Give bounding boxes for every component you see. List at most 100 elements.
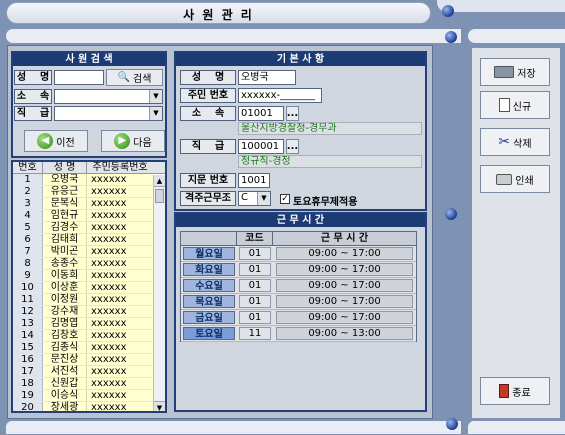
row-name: 강수재: [43, 306, 87, 317]
work-day: 금요일: [183, 311, 235, 324]
row-name: 김창호: [43, 330, 87, 341]
dept-lookup-button[interactable]: ...: [286, 106, 299, 121]
table-row[interactable]: 16 문진상 xxxxxx: [13, 354, 165, 366]
row-name: 이상훈: [43, 282, 87, 293]
table-row[interactable]: 13 김명엽 xxxxxx: [13, 318, 165, 330]
bottom-right-decor: [468, 421, 565, 434]
row-number: 5: [13, 222, 43, 233]
table-row[interactable]: 11 이정원 xxxxxx: [13, 294, 165, 306]
basic-ssn-label: 주민 번호: [180, 88, 236, 103]
save-button[interactable]: 저장: [480, 58, 550, 86]
search-dept-select[interactable]: ▼: [54, 89, 163, 104]
work-code-input[interactable]: 01: [239, 311, 271, 324]
row-number: 16: [13, 354, 43, 365]
basic-finger-input[interactable]: 1001: [238, 173, 270, 188]
chevron-down-icon[interactable]: ▼: [149, 90, 162, 103]
delete-button[interactable]: ✂ 삭제: [480, 128, 550, 156]
row-name: 김태희: [43, 234, 87, 245]
row-name: 이정원: [43, 294, 87, 305]
prev-button[interactable]: ◀ 이전: [24, 130, 88, 152]
work-row: 목요일 01 09:00 ~ 17:00: [181, 294, 416, 310]
scroll-thumb[interactable]: [155, 189, 164, 203]
sat-checkbox[interactable]: ✓: [280, 194, 290, 204]
table-row[interactable]: 2 유응근 xxxxxx: [13, 186, 165, 198]
search-name-label: 성 명: [14, 70, 52, 85]
row-ssn: xxxxxx: [87, 306, 155, 317]
search-button[interactable]: 🔍 검색: [106, 69, 163, 86]
row-name: 김경수: [43, 222, 87, 233]
row-number: 17: [13, 366, 43, 377]
save-button-label: 저장: [517, 68, 536, 80]
search-grade-value: [55, 107, 57, 118]
work-code-input[interactable]: 01: [239, 247, 271, 260]
chevron-down-icon[interactable]: ▼: [149, 107, 162, 120]
work-body: 월요일 01 09:00 ~ 17:00 화요일 01 09:00 ~ 17:00 수요일 0…: [181, 246, 416, 342]
basic-name-label: 성 명: [180, 70, 236, 85]
row-name: 서진석: [43, 366, 87, 377]
row-name: 임현규: [43, 210, 87, 221]
list-header: 번호 성 명 주민등록번호: [13, 162, 165, 174]
scroll-up-icon[interactable]: ▲: [154, 175, 165, 187]
basic-shift-select[interactable]: C ▼: [238, 191, 271, 206]
new-button[interactable]: 신규: [480, 91, 550, 119]
chevron-down-icon[interactable]: ▼: [257, 192, 270, 205]
work-row: 금요일 01 09:00 ~ 17:00: [181, 310, 416, 326]
next-button[interactable]: ▶ 다음: [101, 130, 165, 152]
work-time: 09:00 ~ 17:00: [276, 295, 413, 308]
table-row[interactable]: 1 오병국 xxxxxx: [13, 174, 165, 186]
basic-dept-code-input[interactable]: 01001: [238, 106, 284, 121]
work-code-input[interactable]: 11: [239, 327, 271, 340]
table-row[interactable]: 3 문복식 xxxxxx: [13, 198, 165, 210]
table-row[interactable]: 18 신원갑 xxxxxx: [13, 378, 165, 390]
search-grade-select[interactable]: ▼: [54, 106, 163, 121]
table-row[interactable]: 10 이상훈 xxxxxx: [13, 282, 165, 294]
row-name: 문진상: [43, 354, 87, 365]
work-code-input[interactable]: 01: [239, 279, 271, 292]
search-name-input[interactable]: [54, 70, 104, 85]
print-button[interactable]: 인쇄: [480, 165, 550, 193]
table-row[interactable]: 9 이동희 xxxxxx: [13, 270, 165, 282]
work-panel-title: 근 무 시 간: [176, 214, 425, 227]
app-window: 사 원 관 리 사 원 검 색 성 명 🔍 검색 소 속 ▼ 직 급 ▼ ◀ 이…: [0, 0, 565, 435]
row-ssn: xxxxxx: [87, 282, 155, 293]
row-number: 1: [13, 174, 43, 185]
work-time: 09:00 ~ 13:00: [276, 327, 413, 340]
list-scrollbar[interactable]: ▲ ▼: [153, 175, 165, 411]
row-number: 8: [13, 258, 43, 269]
exit-door-icon: [499, 384, 510, 398]
basic-panel-title: 기 본 사 항: [176, 53, 425, 66]
keyboard-icon: [494, 66, 515, 78]
table-row[interactable]: 20 장세광 xxxxxx: [13, 402, 165, 411]
exit-button[interactable]: 종료: [480, 377, 550, 405]
table-row[interactable]: 15 김종식 xxxxxx: [13, 342, 165, 354]
table-row[interactable]: 4 임현규 xxxxxx: [13, 210, 165, 222]
table-row[interactable]: 14 김창호 xxxxxx: [13, 330, 165, 342]
row-number: 3: [13, 198, 43, 209]
table-row[interactable]: 7 박미곤 xxxxxx: [13, 246, 165, 258]
ornament-dot-icon: [442, 5, 454, 17]
table-row[interactable]: 17 서진석 xxxxxx: [13, 366, 165, 378]
grade-lookup-button[interactable]: ...: [286, 139, 299, 154]
basic-ssn-input[interactable]: xxxxxx-_______: [238, 88, 322, 103]
basic-grade-code-input[interactable]: 100001: [238, 139, 284, 154]
search-button-label: 검색: [133, 74, 152, 85]
row-number: 7: [13, 246, 43, 257]
table-row[interactable]: 8 송종수 xxxxxx: [13, 258, 165, 270]
table-row[interactable]: 6 김태희 xxxxxx: [13, 234, 165, 246]
work-code-input[interactable]: 01: [239, 263, 271, 276]
row-number: 15: [13, 342, 43, 353]
row-ssn: xxxxxx: [87, 246, 155, 257]
basic-name-input[interactable]: 오병국: [238, 70, 296, 85]
work-day: 월요일: [183, 247, 235, 260]
row-ssn: xxxxxx: [87, 402, 155, 411]
table-row[interactable]: 5 김경수 xxxxxx: [13, 222, 165, 234]
table-row[interactable]: 19 이승식 xxxxxx: [13, 390, 165, 402]
work-code-input[interactable]: 01: [239, 295, 271, 308]
row-ssn: xxxxxx: [87, 174, 155, 185]
employee-list: 번호 성 명 주민등록번호 1 오병국 xxxxxx 2 유응근 xxxxxx 3 문복식 xx…: [11, 160, 167, 413]
work-header-day: [181, 232, 237, 245]
row-ssn: xxxxxx: [87, 390, 155, 401]
exit-button-label: 종료: [512, 387, 531, 399]
table-row[interactable]: 12 강수재 xxxxxx: [13, 306, 165, 318]
row-name: 송종수: [43, 258, 87, 269]
